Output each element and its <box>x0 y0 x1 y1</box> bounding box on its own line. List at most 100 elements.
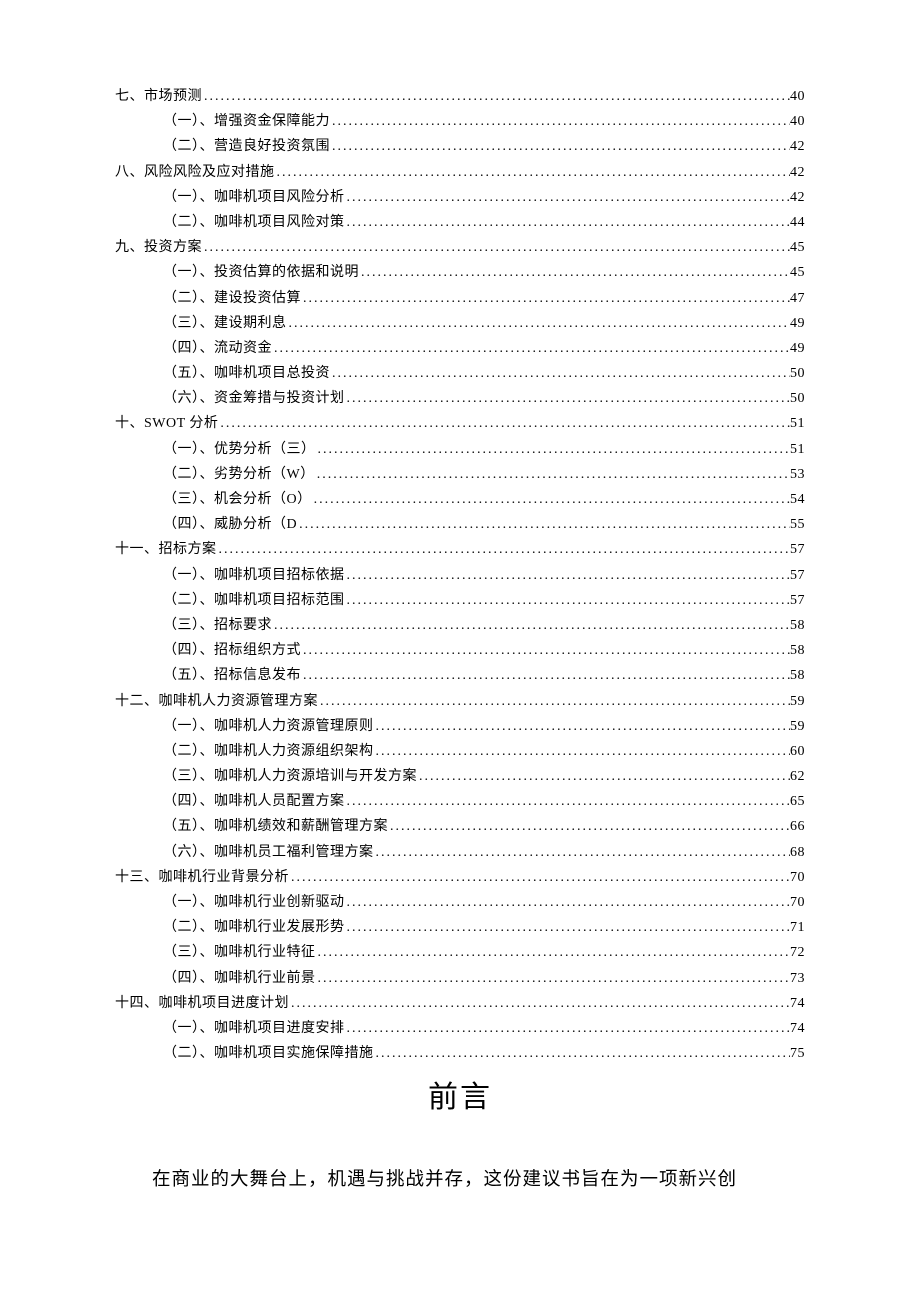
toc-entry: （六）、资金筹措与投资计划 50 <box>115 392 805 406</box>
toc-entry: 十三、咖啡机行业背景分析70 <box>115 871 805 885</box>
toc-leader-dots <box>345 1022 791 1036</box>
toc-entry: 十二、咖啡机人力资源管理方案59 <box>115 695 805 709</box>
toc-entry-page: 58 <box>790 619 805 633</box>
toc-entry: 七、市场预测40 <box>115 90 805 104</box>
toc-leader-dots <box>301 292 790 306</box>
toc-entry-label: （二）、咖啡机项目招标范围 <box>163 594 345 608</box>
toc-leader-dots <box>287 317 791 331</box>
toc-entry-page: 40 <box>790 115 805 129</box>
toc-entry: （二）、建设投资估算47 <box>115 292 805 306</box>
toc-entry-label: （五）、咖啡机项目总投资 <box>163 367 330 381</box>
toc-entry-label: （四）、威胁分析（D <box>163 518 297 532</box>
toc-entry: （四）、流动资金49 <box>115 342 805 356</box>
toc-entry-label: 十、SWOT 分析 <box>115 417 218 431</box>
toc-leader-dots <box>345 216 791 230</box>
toc-entry-page: 70 <box>790 896 805 910</box>
toc-entry: （一）、咖啡机项目风险分析42 <box>115 191 805 205</box>
toc-entry: （二）、咖啡机人力资源组织架构60 <box>115 745 805 759</box>
toc-leader-dots <box>275 166 791 180</box>
toc-entry: （一）、咖啡机项目进度安排74 <box>115 1022 805 1036</box>
toc-entry: （四）、咖啡机人员配置方案65 <box>115 795 805 809</box>
toc-entry-label: （一）、咖啡机人力资源管理原则 <box>163 720 374 734</box>
toc-entry-page: 68 <box>790 846 805 860</box>
toc-entry: （一）、增强资金保障能力 40 <box>115 115 805 129</box>
toc-entry: （一）、咖啡机人力资源管理原则 59 <box>115 720 805 734</box>
toc-entry-page: 44 <box>790 216 805 230</box>
body-paragraph: 在商业的大舞台上，机遇与挑战并存，这份建议书旨在为一项新兴创 <box>115 1161 805 1200</box>
toc-entry-label: （六）、资金筹措与投资计划 <box>163 392 345 406</box>
toc-entry-page: 49 <box>790 317 805 331</box>
toc-leader-dots <box>301 669 790 683</box>
toc-entry-label: （六）、咖啡机员工福利管理方案 <box>163 846 374 860</box>
toc-entry: （三）、招标要求 58 <box>115 619 805 633</box>
toc-entry-label: （二）、咖啡机行业发展形势 <box>163 921 345 935</box>
toc-entry: （四）、招标组织方式 58 <box>115 644 805 658</box>
toc-entry-page: 58 <box>790 644 805 658</box>
toc-leader-dots <box>388 820 790 834</box>
toc-entry: （二）、咖啡机项目实施保障措施 75 <box>115 1047 805 1061</box>
toc-entry-page: 59 <box>790 720 805 734</box>
toc-entry-page: 57 <box>790 543 805 557</box>
toc-leader-dots <box>315 468 790 482</box>
toc-entry-label: （四）、咖啡机行业前景 <box>163 972 316 986</box>
toc-entry-page: 72 <box>790 946 805 960</box>
toc-leader-dots <box>272 342 790 356</box>
toc-entry-page: 51 <box>790 443 805 457</box>
toc-leader-dots <box>374 720 791 734</box>
toc-entry-label: （二）、咖啡机项目实施保障措施 <box>163 1047 374 1061</box>
toc-entry: （三）、咖啡机行业特征 72 <box>115 946 805 960</box>
toc-entry-label: （一）、增强资金保障能力 <box>163 115 330 129</box>
toc-entry-page: 75 <box>790 1047 805 1061</box>
toc-entry-label: 九、投资方案 <box>115 241 202 255</box>
toc-entry-page: 50 <box>790 392 805 406</box>
toc-leader-dots <box>345 569 791 583</box>
toc-leader-dots <box>359 266 790 280</box>
toc-entry-label: （四）、招标组织方式 <box>163 644 301 658</box>
toc-entry-label: （三）、咖啡机人力资源培训与开发方案 <box>163 770 417 784</box>
toc-entry: （二）、劣势分析（W） 53 <box>115 468 805 482</box>
toc-leader-dots <box>297 518 790 532</box>
toc-entry: （一）、优势分析（三）51 <box>115 443 805 457</box>
toc-leader-dots <box>218 417 790 431</box>
toc-entry-label: （一）、咖啡机行业创新驱动 <box>163 896 345 910</box>
toc-entry: （五）、招标信息发布58 <box>115 669 805 683</box>
toc-entry-page: 47 <box>790 292 805 306</box>
toc-entry-label: （二）、劣势分析（W） <box>163 468 315 482</box>
toc-entry-label: 八、风险风险及应对措施 <box>115 166 275 180</box>
toc-entry-label: 十一、招标方案 <box>115 543 217 557</box>
toc-entry-label: （三）、咖啡机行业特征 <box>163 946 316 960</box>
toc-leader-dots <box>318 695 790 709</box>
toc-entry: 十四、咖啡机项目进度计划74 <box>115 997 805 1011</box>
toc-entry-label: （五）、咖啡机绩效和薪酬管理方案 <box>163 820 388 834</box>
toc-entry-page: 49 <box>790 342 805 356</box>
toc-entry: （二）、咖啡机项目风险对策44 <box>115 216 805 230</box>
toc-entry-page: 45 <box>790 241 805 255</box>
toc-entry-page: 50 <box>790 367 805 381</box>
toc-leader-dots <box>374 1047 791 1061</box>
toc-leader-dots <box>217 543 791 557</box>
toc-leader-dots <box>345 896 791 910</box>
toc-entry: （一）、咖啡机行业创新驱动 70 <box>115 896 805 910</box>
toc-leader-dots <box>330 367 790 381</box>
toc-entry: （二）、咖啡机项目招标范围57 <box>115 594 805 608</box>
toc-leader-dots <box>330 115 790 129</box>
toc-entry-page: 70 <box>790 871 805 885</box>
toc-entry-page: 71 <box>790 921 805 935</box>
toc-entry-label: （一）、咖啡机项目招标依据 <box>163 569 345 583</box>
toc-leader-dots <box>272 619 790 633</box>
toc-leader-dots <box>316 972 791 986</box>
toc-entry: （四）、威胁分析（D55 <box>115 518 805 532</box>
toc-leader-dots <box>345 594 791 608</box>
toc-entry-label: （三）、招标要求 <box>163 619 272 633</box>
toc-leader-dots <box>289 871 790 885</box>
toc-leader-dots <box>316 443 791 457</box>
toc-entry: （二）、营造良好投资氛围42 <box>115 140 805 154</box>
toc-entry-page: 74 <box>790 997 805 1011</box>
toc-entry-page: 42 <box>790 166 805 180</box>
toc-entry-page: 53 <box>790 468 805 482</box>
toc-leader-dots <box>345 392 791 406</box>
toc-entry-label: （三）、机会分析（O） <box>163 493 312 507</box>
toc-entry-label: （五）、招标信息发布 <box>163 669 301 683</box>
toc-entry-page: 54 <box>790 493 805 507</box>
toc-entry-label: （二）、营造良好投资氛围 <box>163 140 330 154</box>
